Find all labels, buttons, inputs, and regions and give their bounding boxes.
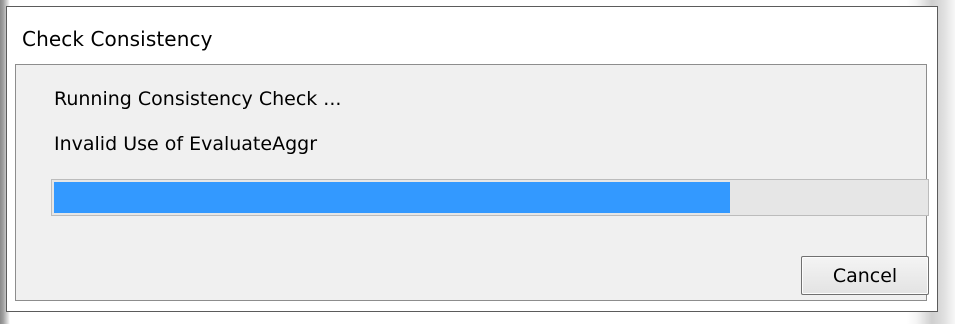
check-consistency-dialog: Check Consistency Running Consistency Ch… [6,6,938,312]
current-check-label: Invalid Use of EvaluateAggr [54,133,318,155]
dialog-content: Running Consistency Check ... Invalid Us… [15,64,929,301]
progress-bar-fill [54,182,730,213]
title-bar[interactable]: Check Consistency [7,7,937,62]
cancel-button[interactable]: Cancel [801,256,929,295]
status-message: Running Consistency Check ... [54,88,342,110]
window-title: Check Consistency [22,27,213,51]
progress-bar [51,179,929,216]
